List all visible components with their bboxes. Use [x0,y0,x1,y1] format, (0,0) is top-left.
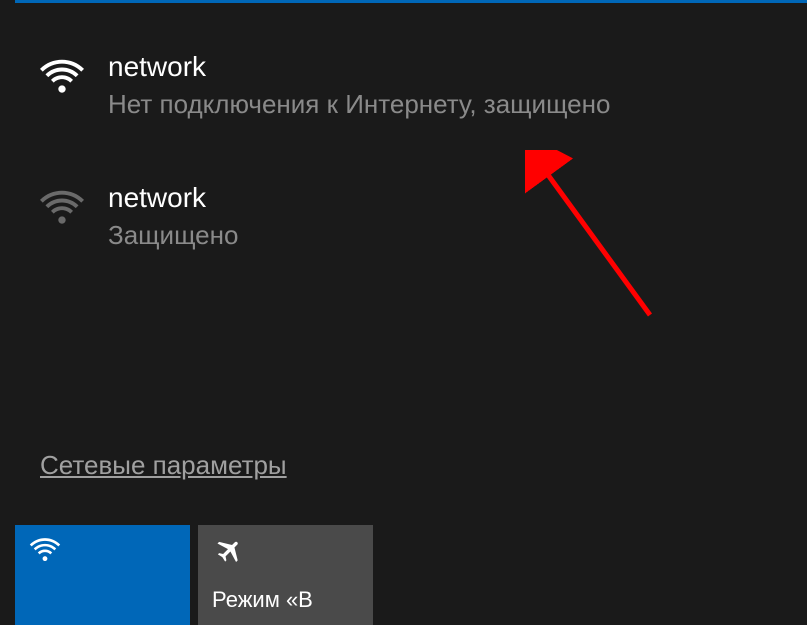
quick-actions-bar: Режим «В [15,525,373,625]
network-status: Нет подключения к Интернету, защищено [108,88,610,122]
network-info: network Нет подключения к Интернету, защ… [108,50,610,121]
wifi-icon [40,187,84,231]
network-status: Защищено [108,219,238,253]
network-item-available[interactable]: network Защищено [40,181,767,252]
network-name: network [108,181,238,215]
network-item-connected[interactable]: network Нет подключения к Интернету, защ… [40,50,767,121]
wifi-toggle-tile[interactable] [15,525,190,625]
network-settings-link[interactable]: Сетевые параметры [40,450,287,481]
airplane-icon [212,537,244,565]
network-flyout-panel: network Нет подключения к Интернету, защ… [0,0,807,253]
network-info: network Защищено [108,181,238,252]
airplane-tile-label: Режим «В [212,587,359,613]
airplane-mode-tile[interactable]: Режим «В [198,525,373,625]
accent-top-border [15,0,807,3]
wifi-icon [40,56,84,100]
wifi-icon [29,537,61,565]
network-name: network [108,50,610,84]
